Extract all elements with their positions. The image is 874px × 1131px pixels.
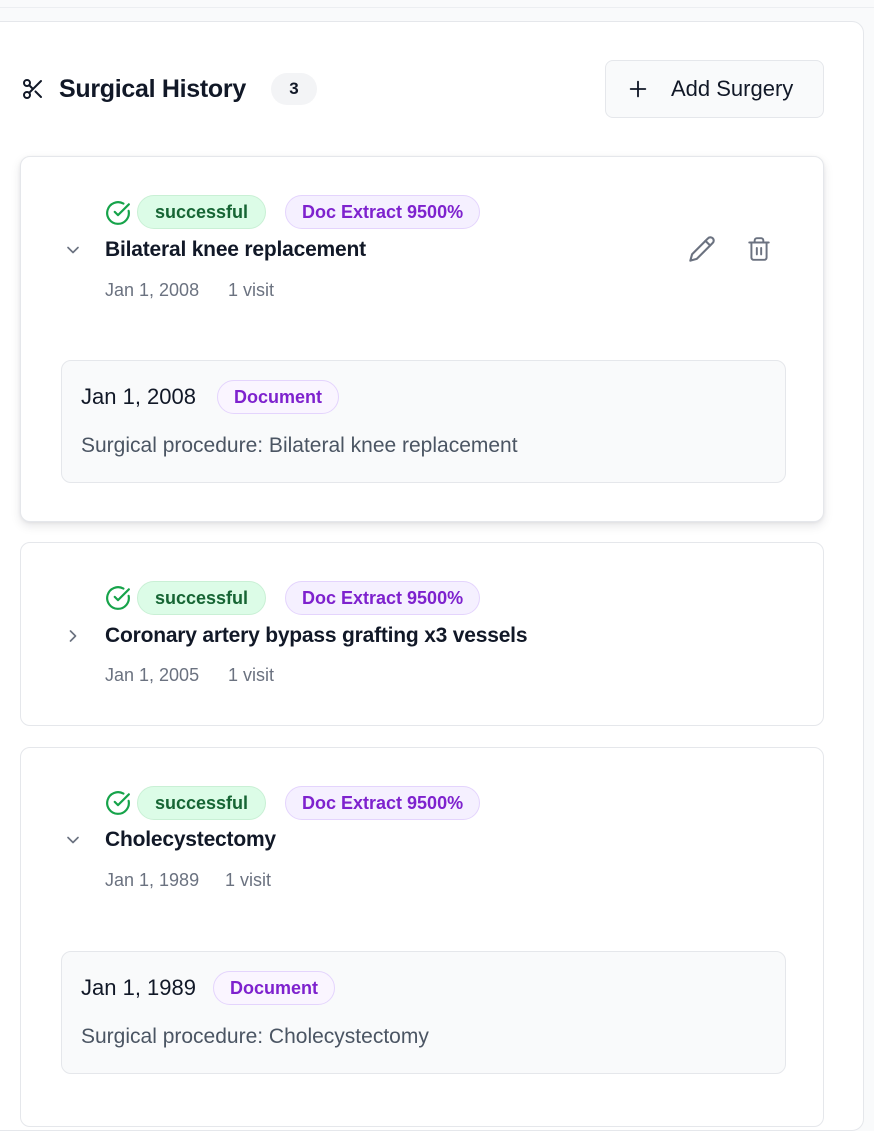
surgery-card: successful Doc Extract 9500% Cholecystec… <box>20 747 824 1127</box>
visit-description: Surgical procedure: Cholecystectomy <box>81 1025 429 1048</box>
source-badge: Doc Extract 9500% <box>285 581 481 615</box>
surgery-date: Jan 1, 2005 <box>105 665 200 685</box>
surgery-card: successful Doc Extract 9500% Bilateral k… <box>20 156 824 522</box>
surgery-name[interactable]: Bilateral knee replacement <box>105 236 366 264</box>
scissors-icon <box>23 79 42 99</box>
visit-type-badge: Document <box>217 380 340 414</box>
source-badge: Doc Extract 9500% <box>285 786 481 820</box>
check-circle-icon <box>106 586 130 610</box>
status-badge: successful <box>137 195 267 229</box>
surgery-name[interactable]: Coronary artery bypass grafting x3 vesse… <box>105 622 527 650</box>
visit-count: 1 visit <box>228 280 275 300</box>
pencil-icon[interactable] <box>688 235 716 263</box>
page-title: Surgical History <box>59 75 246 103</box>
check-circle-icon <box>106 201 130 225</box>
count-badge: 3 <box>271 73 317 105</box>
visit-date: Jan 1, 2008 <box>81 384 196 409</box>
visit-count: 1 visit <box>228 665 275 685</box>
surgery-date: Jan 1, 1989 <box>105 870 200 890</box>
status-badge: successful <box>137 581 267 615</box>
trash-icon[interactable] <box>746 235 772 263</box>
chevron-right-icon[interactable] <box>63 626 83 646</box>
chevron-down-icon[interactable] <box>63 830 83 850</box>
plus-icon <box>629 80 647 98</box>
visit-entry: Jan 1, 2008 Document Surgical procedure:… <box>61 360 786 483</box>
chevron-down-icon[interactable] <box>63 240 83 260</box>
check-circle-icon <box>106 791 130 815</box>
visit-count: 1 visit <box>225 870 272 890</box>
visit-entry: Jan 1, 1989 Document Surgical procedure:… <box>61 951 786 1074</box>
visit-date: Jan 1, 1989 <box>81 975 196 1000</box>
add-surgery-label: Add Surgery <box>671 76 794 101</box>
surgery-date: Jan 1, 2008 <box>105 280 200 300</box>
top-bar <box>0 0 874 8</box>
add-surgery-button[interactable]: Add Surgery <box>605 60 824 118</box>
surgery-card: successful Doc Extract 9500% Coronary ar… <box>20 542 824 726</box>
source-badge: Doc Extract 9500% <box>285 195 481 229</box>
status-badge: successful <box>137 786 267 820</box>
visit-description: Surgical procedure: Bilateral knee repla… <box>81 434 518 457</box>
surgery-name[interactable]: Cholecystectomy <box>105 826 276 854</box>
visit-type-badge: Document <box>213 971 336 1005</box>
